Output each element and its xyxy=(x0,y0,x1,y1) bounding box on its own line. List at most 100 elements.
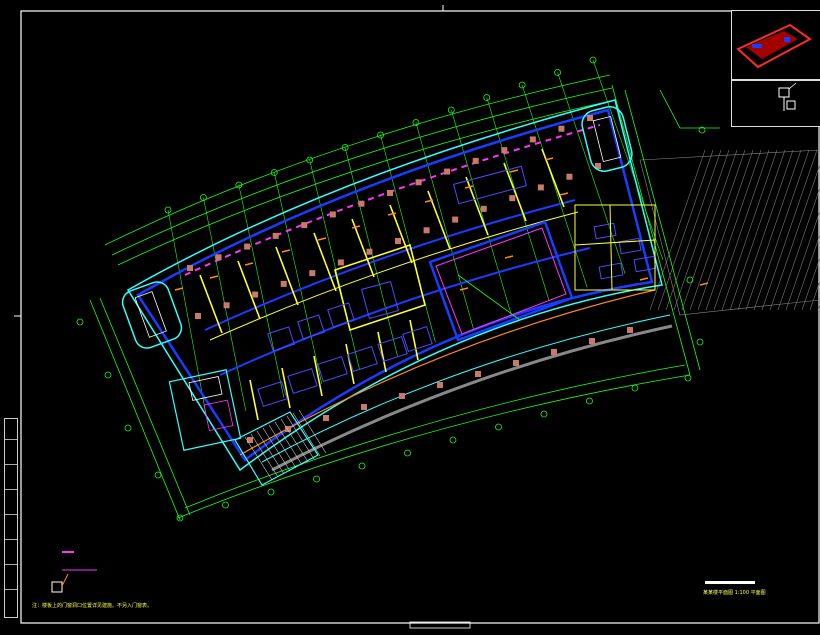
hatch-line xyxy=(785,210,820,311)
building-outline xyxy=(126,99,673,472)
column xyxy=(529,136,536,143)
furniture xyxy=(327,302,355,328)
hatch-line xyxy=(737,149,794,311)
north-arrow-icon xyxy=(778,82,797,111)
north-arrow-box xyxy=(731,80,820,127)
column xyxy=(329,211,336,218)
axis-bubble xyxy=(222,501,229,509)
axis-bubble xyxy=(124,424,132,432)
axis-bubble xyxy=(586,397,593,405)
column xyxy=(472,157,479,164)
column xyxy=(589,338,595,344)
column xyxy=(272,232,279,239)
partition-wall xyxy=(541,148,565,208)
drawing-scale-title: 某某楼平面图 1:100 平面图 xyxy=(703,590,766,596)
drawing-canvas: 某某楼平面图 1:100 平面图 注：楼板上的门窗洞口位置详见建施。不另入门窗表… xyxy=(0,0,820,631)
partition-wall xyxy=(275,246,299,306)
scale-bar xyxy=(705,581,755,584)
axis-bubble xyxy=(154,471,162,479)
room-label xyxy=(559,192,569,196)
key-plan-icon xyxy=(736,23,812,69)
column xyxy=(301,222,308,229)
room-label xyxy=(387,212,397,216)
hatch-line xyxy=(769,163,820,311)
axis-bubble xyxy=(631,384,639,392)
column xyxy=(223,302,230,309)
hatch-line xyxy=(681,149,738,311)
column xyxy=(280,280,287,287)
axis-bubble xyxy=(449,436,457,444)
partition-wall xyxy=(199,274,223,334)
column xyxy=(627,327,633,333)
stair-southwest xyxy=(234,409,327,486)
hatch-line xyxy=(753,149,810,311)
partition-wall xyxy=(377,331,387,373)
partition-wall xyxy=(409,319,419,361)
column xyxy=(480,205,487,212)
column xyxy=(323,415,329,421)
axis-bubble xyxy=(313,475,320,483)
column xyxy=(423,227,430,234)
axis-bubble xyxy=(358,462,366,470)
room-label xyxy=(317,237,327,241)
room-label xyxy=(504,255,514,259)
column xyxy=(358,200,365,207)
room-label xyxy=(459,287,469,291)
column xyxy=(475,371,481,377)
room-label xyxy=(244,262,254,266)
column xyxy=(337,259,344,266)
furniture xyxy=(452,165,528,205)
general-note: 注：楼板上的门窗洞口位置详见建施。不另入门窗表。 xyxy=(32,603,153,609)
hatch-line xyxy=(801,256,820,311)
room-label xyxy=(351,225,361,229)
room-labels xyxy=(174,157,709,291)
column xyxy=(215,254,222,261)
hatch-line xyxy=(673,149,730,311)
furniture xyxy=(402,325,433,353)
column xyxy=(187,265,193,271)
furniture xyxy=(377,335,408,363)
hatch-line xyxy=(745,149,802,311)
column xyxy=(444,168,451,175)
column xyxy=(387,190,393,196)
axis-bubble xyxy=(176,514,184,522)
column xyxy=(244,243,251,250)
column xyxy=(587,115,593,121)
hatch-line xyxy=(761,149,818,311)
column xyxy=(415,179,422,186)
hatch-line xyxy=(689,149,746,311)
legend-symbol xyxy=(51,551,97,593)
hatch-line xyxy=(697,149,754,311)
column xyxy=(366,248,373,255)
axis-bubble xyxy=(104,371,112,379)
column xyxy=(252,291,259,298)
room-label xyxy=(209,275,219,279)
column xyxy=(558,125,565,132)
furniture xyxy=(257,380,288,408)
column xyxy=(566,173,573,180)
room-label xyxy=(281,249,291,253)
axis-bubble xyxy=(76,318,84,326)
axis-bubble xyxy=(495,423,502,431)
furniture xyxy=(347,345,378,373)
axis-bubble xyxy=(684,374,692,382)
hatch-line xyxy=(729,149,786,311)
column xyxy=(513,360,519,366)
hatch-line xyxy=(793,233,820,311)
furniture xyxy=(287,367,318,395)
furniture xyxy=(317,355,348,383)
column xyxy=(537,184,544,191)
title-block-strip xyxy=(4,418,18,618)
central-atrium xyxy=(428,220,574,342)
axis-bubble xyxy=(696,338,704,346)
column xyxy=(195,313,201,319)
room-label xyxy=(509,169,519,173)
axis-bubble xyxy=(267,488,275,496)
room-label xyxy=(464,185,474,189)
column xyxy=(437,382,443,388)
partition-wall xyxy=(249,379,259,421)
room-label xyxy=(639,277,649,281)
column xyxy=(509,195,516,202)
gridline xyxy=(238,184,285,398)
column xyxy=(361,404,367,410)
